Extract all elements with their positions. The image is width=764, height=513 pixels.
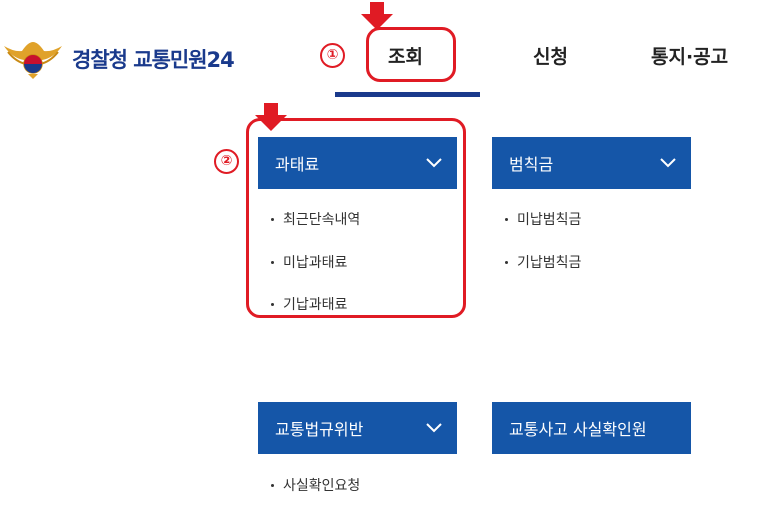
annotation-step1: ① bbox=[320, 43, 345, 68]
menu-traffic-violation-header[interactable]: 교통법규위반 bbox=[258, 402, 457, 454]
menu-accident-certificate-header[interactable]: 교통사고 사실확인원 bbox=[492, 402, 691, 454]
menu-penalty-label: 범칙금 bbox=[509, 155, 554, 174]
chevron-down-icon bbox=[426, 423, 442, 433]
annotation-step2: ② bbox=[214, 149, 239, 174]
site-title[interactable]: 경찰청 교통민원24 bbox=[72, 44, 235, 74]
menu-item-unpaid-penalty[interactable]: 미납범칙금 bbox=[505, 209, 581, 229]
police-emblem-icon bbox=[4, 42, 62, 79]
annotation-box-step2 bbox=[246, 118, 466, 318]
menu-traffic-violation-label: 교통법규위반 bbox=[275, 420, 364, 439]
active-tab-indicator bbox=[335, 92, 480, 97]
menu-accident-certificate-label: 교통사고 사실확인원 bbox=[509, 420, 647, 439]
arrow-down-icon bbox=[361, 2, 393, 30]
menu-item-fact-check-request[interactable]: 사실확인요청 bbox=[271, 475, 360, 495]
annotation-box-step1 bbox=[366, 27, 456, 82]
tab-apply[interactable]: 신청 bbox=[533, 42, 568, 69]
menu-penalty-header[interactable]: 범칙금 bbox=[492, 137, 691, 189]
tab-notice[interactable]: 통지·공고 bbox=[651, 42, 728, 69]
menu-item-paid-penalty[interactable]: 기납범칙금 bbox=[505, 252, 581, 272]
chevron-down-icon bbox=[660, 158, 676, 168]
